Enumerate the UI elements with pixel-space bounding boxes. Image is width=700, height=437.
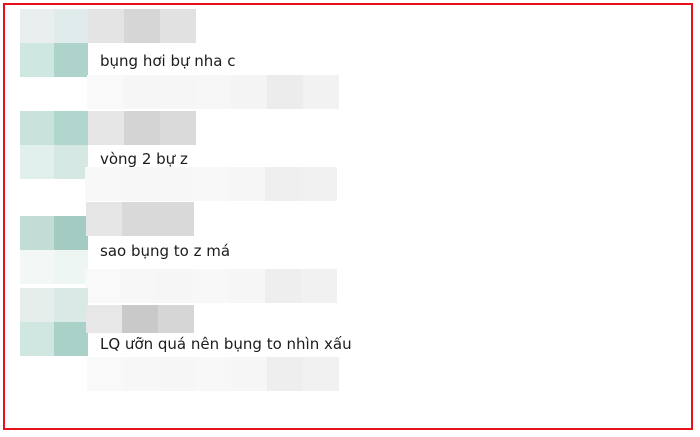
avatar[interactable]	[20, 216, 88, 284]
comment-meta-redacted	[87, 357, 339, 391]
comment-text: sao bụng to z má	[100, 242, 231, 260]
comment-meta-redacted	[85, 167, 337, 201]
comment-text: bụng hơi bự nha c	[100, 52, 236, 70]
comment-text: LQ ưỡn quá nên bụng to nhìn xấu	[100, 335, 352, 353]
avatar[interactable]	[20, 111, 88, 179]
username-redacted[interactable]	[86, 305, 194, 333]
avatar[interactable]	[20, 9, 88, 77]
username-redacted[interactable]	[86, 202, 194, 236]
comment-text: vòng 2 bự z	[100, 150, 188, 168]
avatar[interactable]	[20, 288, 88, 356]
screenshot-frame: bụng hơi bự nha c vòng 2 bự z sao bụng t…	[3, 3, 693, 430]
username-redacted[interactable]	[88, 111, 196, 145]
comment-meta-redacted	[87, 75, 339, 109]
comment-item: LQ ưỡn quá nên bụng to nhìn xấu	[20, 288, 380, 368]
username-redacted[interactable]	[88, 9, 196, 43]
